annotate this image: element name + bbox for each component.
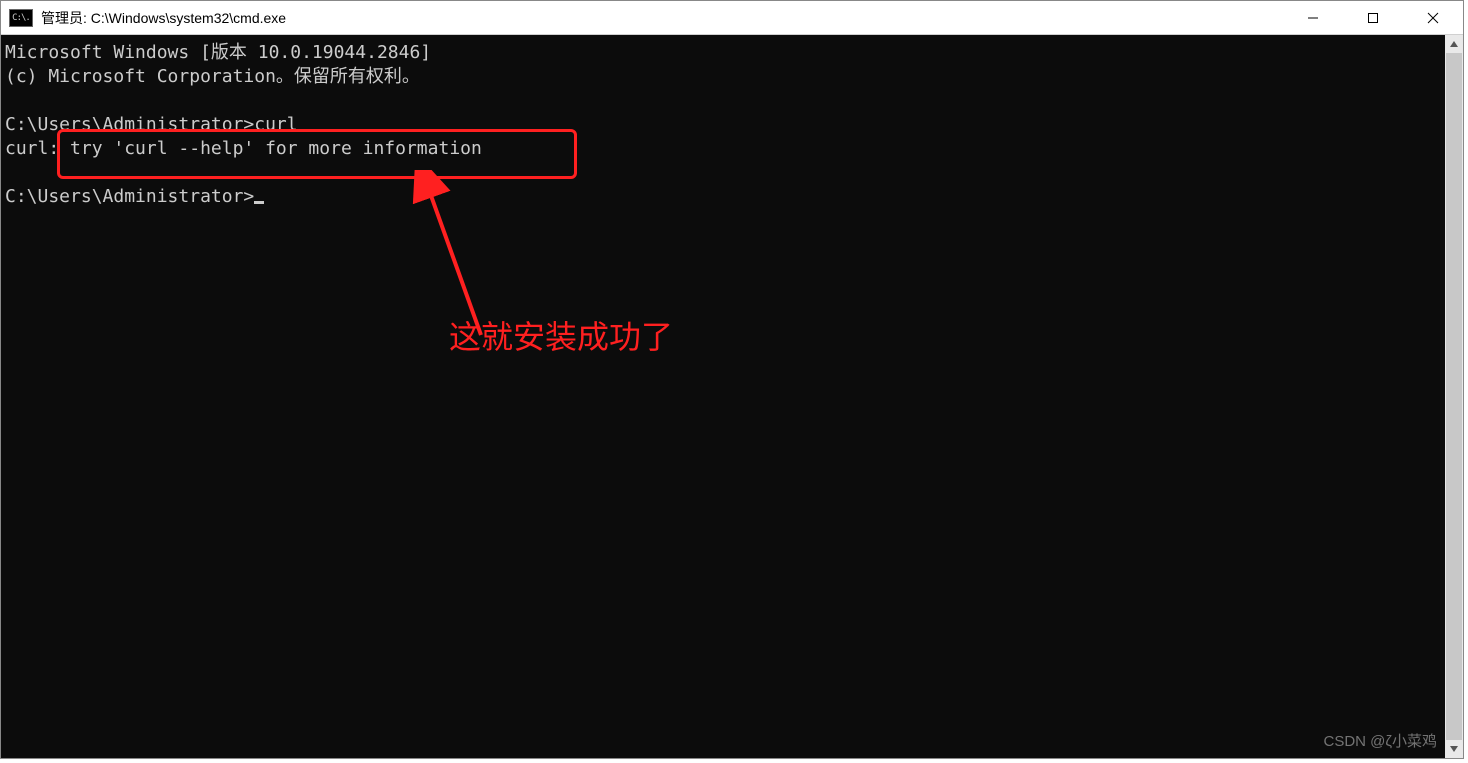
cursor-icon [254,201,264,204]
annotation-caption: 这就安装成功了 [449,325,673,349]
minimize-button[interactable] [1283,1,1343,34]
cmd-icon: C:\. [9,9,33,27]
terminal-area: Microsoft Windows [版本 10.0.19044.2846] (… [1,35,1463,758]
terminal-output[interactable]: Microsoft Windows [版本 10.0.19044.2846] (… [1,35,1445,758]
terminal-line: C:\Users\Administrator>curl [5,114,298,135]
maximize-button[interactable] [1343,1,1403,34]
terminal-line: (c) Microsoft Corporation。保留所有权利。 [5,66,420,87]
window-title: 管理员: C:\Windows\system32\cmd.exe [41,8,286,28]
watermark-text: CSDN @ζ小菜鸡 [1323,730,1437,754]
titlebar[interactable]: C:\. 管理员: C:\Windows\system32\cmd.exe [1,1,1463,35]
annotation-arrow-icon [411,170,501,345]
terminal-line: Microsoft Windows [版本 10.0.19044.2846] [5,42,431,63]
scroll-thumb[interactable] [1446,53,1462,740]
terminal-prompt: C:\Users\Administrator> [5,186,254,207]
scroll-up-icon[interactable] [1445,35,1463,53]
window-controls [1283,1,1463,34]
close-button[interactable] [1403,1,1463,34]
terminal-line: curl: try 'curl --help' for more informa… [5,138,482,159]
cmd-icon-text: C:\. [12,13,30,23]
app-window: C:\. 管理员: C:\Windows\system32\cmd.exe Mi… [0,0,1464,759]
scroll-down-icon[interactable] [1445,740,1463,758]
vertical-scrollbar[interactable] [1445,35,1463,758]
